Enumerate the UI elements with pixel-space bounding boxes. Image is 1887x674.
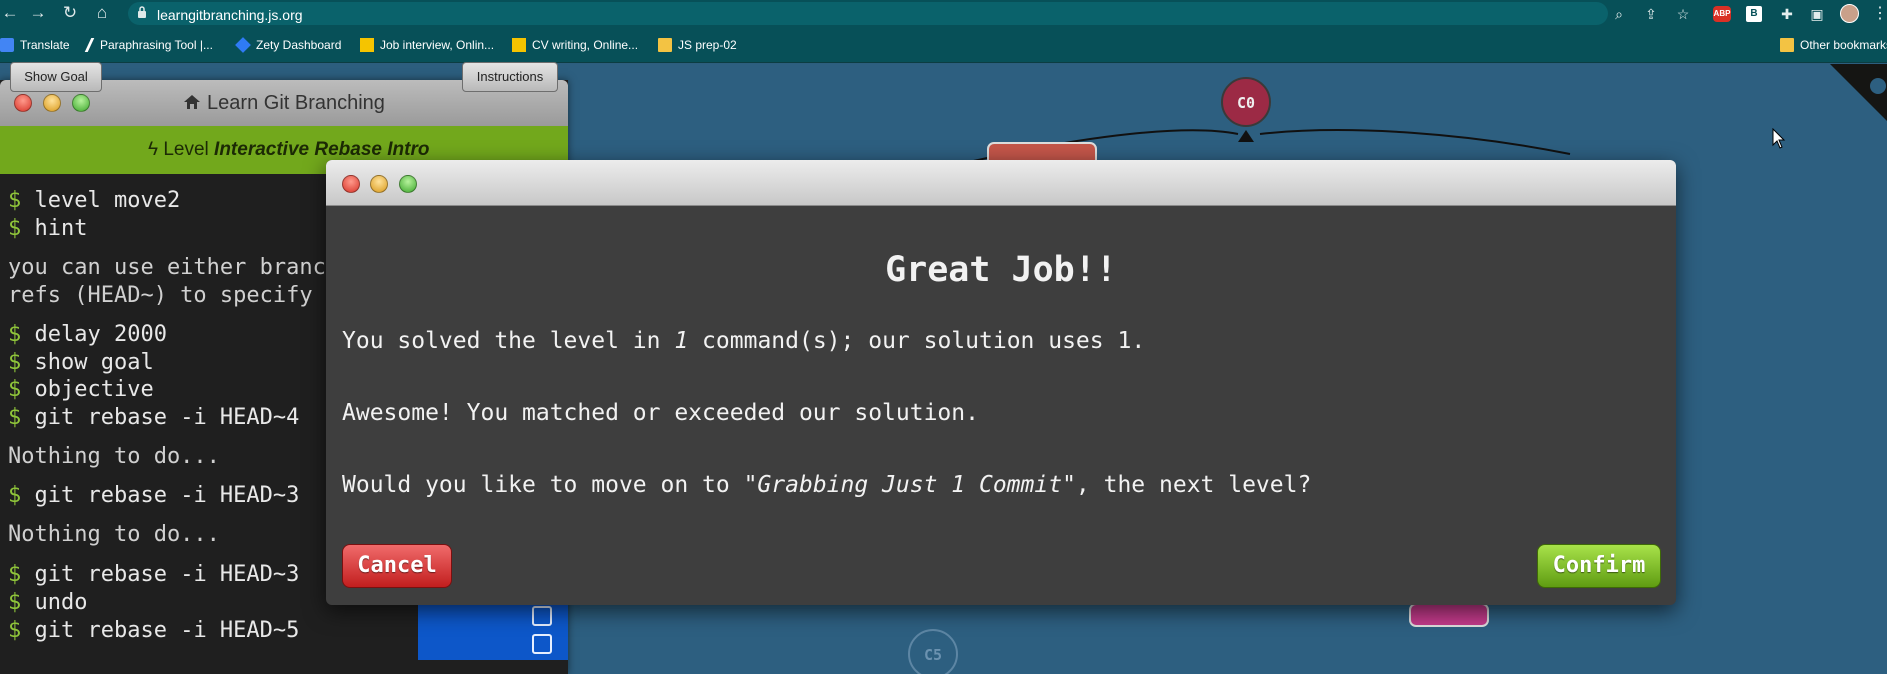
bookmark-cv-writing[interactable]: CV writing, Online...	[512, 37, 638, 53]
bookmark-label: Zety Dashboard	[256, 38, 342, 52]
output-line: Nothing to do...	[8, 522, 220, 547]
b-extension-icon[interactable]: B	[1746, 6, 1762, 22]
share-icon[interactable]: ⇪	[1642, 5, 1660, 23]
show-goal-button[interactable]: Show Goal	[10, 62, 102, 92]
graph-arrowhead	[1238, 130, 1254, 142]
graph-edge	[1259, 129, 1571, 155]
command-window-title: Learn Git Branching	[207, 92, 385, 114]
prompt-symbol: $	[8, 405, 35, 430]
command-line: $ git rebase -i HEAD~3	[8, 562, 300, 587]
prompt-symbol: $	[8, 350, 35, 375]
bookmarks-bar: Translate Paraphrasing Tool |... Zety Da…	[0, 27, 1887, 63]
dialog-result-line: You solved the level in 1 command(s); ou…	[342, 328, 1146, 354]
confirm-button[interactable]: Confirm	[1537, 544, 1661, 588]
address-bar[interactable]: learngitbranching.js.org	[128, 2, 1608, 25]
avatar[interactable]	[1840, 4, 1859, 23]
instructions-button[interactable]: Instructions	[462, 62, 558, 92]
miro-icon	[512, 38, 526, 52]
next-level-name: "Grabbing Just 1 Commit"	[743, 472, 1076, 498]
commit-label: C0	[1237, 94, 1255, 112]
prompt-symbol: $	[8, 377, 35, 402]
commit-label: C5	[924, 646, 942, 664]
command-line: $ delay 2000	[8, 322, 167, 347]
bookmark-label: JS prep-02	[678, 38, 737, 52]
command-line: $ undo	[8, 590, 88, 615]
prompt-symbol: $	[8, 618, 35, 643]
prompt-symbol: $	[8, 590, 35, 615]
dialog-titlebar	[326, 160, 1676, 206]
dialog-heading: Great Job!!	[885, 250, 1117, 290]
translate-icon	[0, 38, 14, 52]
branch-label-box	[1409, 603, 1489, 627]
adblock-extension-icon[interactable]: ABP	[1713, 6, 1731, 22]
dialog-body: Great Job!! You solved the level in 1 co…	[326, 206, 1676, 605]
bookmark-zety-dashboard[interactable]: Zety Dashboard	[235, 37, 342, 53]
command-line: $ level move2	[8, 188, 181, 213]
back-icon[interactable]: ←	[0, 3, 20, 23]
pen-icon	[84, 38, 98, 52]
lock-icon	[138, 6, 146, 18]
folder-icon	[658, 38, 672, 52]
miro-icon	[360, 38, 374, 52]
command-line: $ git rebase -i HEAD~3	[8, 483, 300, 508]
home-icon	[184, 95, 201, 109]
command-count: 1	[674, 328, 689, 354]
bolt-icon: ϟ	[148, 139, 159, 160]
level-name: Interactive Rebase Intro	[214, 139, 430, 160]
forward-icon[interactable]: →	[28, 3, 48, 23]
prompt-symbol: $	[8, 216, 35, 241]
side-panel-icon[interactable]: ▣	[1808, 5, 1826, 23]
bookmark-js-prep[interactable]: JS prep-02	[658, 37, 737, 53]
github-corner-icon[interactable]	[1830, 64, 1887, 124]
dialog-next-level-line: Would you like to move on to "Grabbing J…	[342, 472, 1312, 498]
bookmark-job-interview[interactable]: Job interview, Onlin...	[360, 37, 494, 53]
level-prefix: Level	[163, 139, 209, 160]
menu-kebab-icon[interactable]: ⋮	[1872, 3, 1887, 23]
bookmark-label: Paraphrasing Tool |...	[100, 38, 213, 52]
command-line: $ show goal	[8, 350, 154, 375]
mouse-cursor-icon	[1772, 128, 1786, 149]
url-text: learngitbranching.js.org	[157, 7, 303, 23]
output-line: Nothing to do...	[8, 444, 220, 469]
folder-icon	[1780, 38, 1794, 52]
bookmark-other[interactable]: Other bookmarks	[1780, 37, 1887, 53]
minimize-dialog-button[interactable]	[370, 175, 388, 193]
prompt-symbol: $	[8, 188, 35, 213]
zoom-icon[interactable]: ⌕	[1610, 5, 1628, 23]
prompt-symbol: $	[8, 322, 35, 347]
bookmark-label: Other bookmarks	[1800, 38, 1887, 52]
zety-icon	[235, 37, 251, 53]
command-line: $ git rebase -i HEAD~5	[8, 618, 300, 643]
level-complete-dialog: Great Job!! You solved the level in 1 co…	[326, 160, 1676, 605]
dialog-award-line: Awesome! You matched or exceeded our sol…	[342, 400, 979, 426]
close-dialog-button[interactable]	[342, 175, 360, 193]
reload-icon[interactable]: ↻	[60, 3, 80, 23]
prompt-symbol: $	[8, 562, 35, 587]
browser-toolbar: ← → ↻ ⌂ learngitbranching.js.org ⌕ ⇪ ☆ A…	[0, 0, 1887, 27]
command-line: $ git rebase -i HEAD~4	[8, 405, 300, 430]
level-indicator: ϟ Level Interactive Rebase Intro	[148, 139, 429, 161]
maximize-dialog-button[interactable]	[399, 175, 417, 193]
bookmark-translate[interactable]: Translate	[0, 37, 70, 53]
extensions-puzzle-icon[interactable]: ✚	[1778, 5, 1796, 23]
bookmark-label: Job interview, Onlin...	[380, 38, 495, 52]
command-line: $ hint	[8, 216, 88, 241]
home-icon[interactable]: ⌂	[92, 3, 112, 23]
bookmark-label: Translate	[20, 38, 70, 52]
command-line: $ objective	[8, 377, 154, 402]
cancel-button[interactable]: Cancel	[342, 544, 452, 588]
bookmark-star-icon[interactable]: ☆	[1674, 5, 1692, 23]
checkbox-icon	[532, 606, 552, 626]
prompt-symbol: $	[8, 483, 35, 508]
checkbox-icon	[532, 634, 552, 654]
bookmark-paraphrasing-tool[interactable]: Paraphrasing Tool |...	[84, 37, 213, 53]
bookmark-label: CV writing, Online...	[532, 38, 639, 52]
